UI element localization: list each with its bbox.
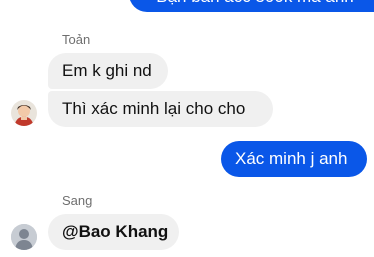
message-bubble-incoming[interactable]: Thì xác minh lại cho cho [48, 91, 273, 127]
message-text: Bạn bán acc 500k mà anh [156, 0, 354, 8]
message-text: Thì xác minh lại cho cho [62, 99, 246, 118]
message-bubble-outgoing[interactable]: Xác minh j anh [221, 141, 367, 177]
message-text: Xác minh j anh [235, 149, 348, 168]
message-text: Em k ghi nd [62, 61, 152, 80]
sang-avatar[interactable] [11, 224, 37, 250]
message-bubble-outgoing[interactable]: Bạn bán acc 500k mà anh [129, 0, 374, 12]
message-bubble-incoming[interactable]: Em k ghi nd [48, 53, 168, 89]
sender-name: Sang [62, 193, 93, 208]
default-user-avatar-icon [11, 224, 37, 250]
toan-avatar[interactable] [11, 100, 37, 126]
message-bubble-incoming[interactable]: @Bao Khang [48, 214, 179, 250]
sender-name: Toản [62, 32, 91, 47]
message-text: @Bao Khang [62, 222, 169, 241]
user-photo-avatar-icon [11, 100, 37, 126]
